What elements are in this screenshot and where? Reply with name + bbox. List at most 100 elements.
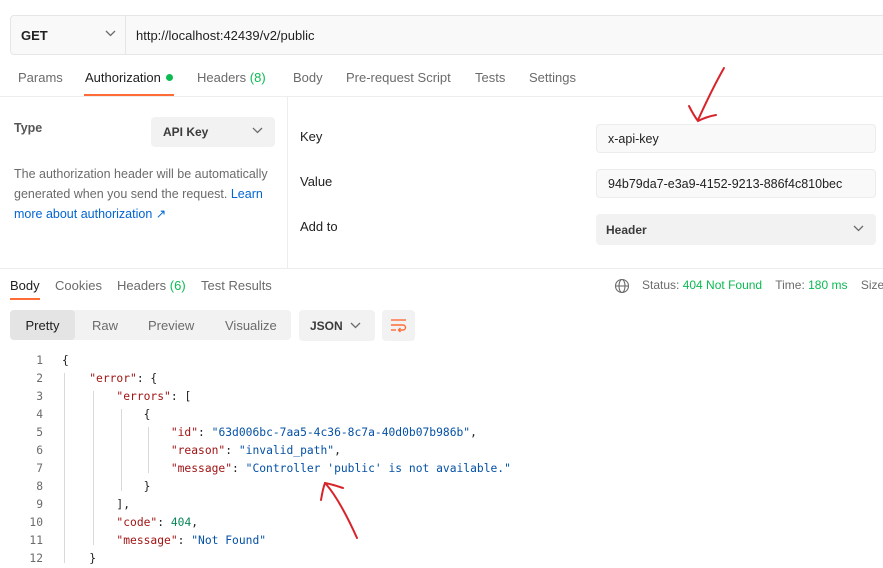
code-token: "reason"	[170, 444, 226, 457]
pretty-button[interactable]: Pretty	[10, 310, 75, 340]
tab-label: Authorization	[85, 70, 161, 85]
annotation-arrow-icon	[320, 481, 358, 539]
value-input[interactable]: 94b79da7-e3a9-4152-9213-886f4c810bec	[596, 169, 876, 198]
code-token: :	[232, 462, 246, 475]
code-token: }	[143, 480, 151, 493]
preview-button[interactable]: Preview	[148, 310, 194, 340]
headers-count: (6)	[169, 278, 186, 293]
code-line: 3 "errors": [	[0, 388, 883, 406]
response-tab-cookies[interactable]: Cookies	[55, 278, 102, 293]
key-input[interactable]: x-api-key	[596, 124, 876, 153]
code-token: ,	[470, 426, 477, 439]
code-content: {	[62, 406, 151, 424]
code-token: }	[89, 552, 97, 565]
code-line: 4 {	[0, 406, 883, 424]
code-token: "invalid_path"	[238, 444, 335, 457]
line-number: 9	[36, 498, 43, 511]
raw-button[interactable]: Raw	[92, 310, 118, 340]
line-number: 6	[36, 444, 43, 457]
code-token: "code"	[116, 516, 158, 529]
code-lines: 1{2 "error": {3 "errors": [4 {5 "id": "6…	[0, 352, 883, 568]
tab-tests[interactable]: Tests	[475, 70, 505, 96]
code-token: {	[143, 408, 151, 421]
code-token: "63d006bc-7aa5-4c36-8c7a-40d0b07b986b"	[211, 426, 471, 439]
value-label: Value	[300, 174, 333, 189]
chevron-down-icon	[350, 322, 361, 329]
code-line: 8 }	[0, 478, 883, 496]
response-tab-headers[interactable]: Headers (6)	[117, 278, 186, 293]
tab-label: Body	[10, 278, 40, 293]
chevron-down-icon	[105, 30, 116, 37]
type-label: Type	[14, 121, 43, 135]
time-value[interactable]: 180 ms	[808, 278, 847, 292]
response-tab-body[interactable]: Body	[10, 278, 40, 293]
method-select[interactable]: GET	[11, 16, 126, 54]
size-label: Size:	[860, 278, 883, 292]
tab-pre-request-script[interactable]: Pre-request Script	[346, 70, 451, 96]
globe-icon[interactable]	[614, 278, 630, 294]
tab-headers[interactable]: Headers (8)	[197, 70, 266, 96]
panel-divider	[287, 96, 288, 268]
auth-type-select[interactable]: API Key	[151, 117, 275, 147]
divider	[0, 268, 883, 269]
auth-description: The authorization header will be automat…	[14, 164, 276, 224]
code-token: ,	[191, 516, 199, 529]
code-content: "error": {	[62, 370, 157, 388]
tab-params[interactable]: Params	[18, 70, 63, 96]
line-number: 7	[36, 462, 43, 475]
wrap-icon	[391, 319, 407, 333]
line-number: 3	[36, 390, 43, 403]
tab-label: Headers	[117, 278, 167, 293]
code-line: 12 }	[0, 550, 883, 568]
chevron-down-icon	[853, 225, 864, 232]
tab-label: Body	[293, 70, 323, 85]
code-line: 1{	[0, 352, 883, 370]
format-select[interactable]: JSON	[299, 310, 375, 341]
addto-label: Add to	[300, 219, 338, 234]
wrap-lines-button[interactable]	[382, 310, 415, 341]
url-input[interactable]: http://localhost:42439/v2/public	[136, 16, 315, 54]
code-content: {	[62, 352, 69, 370]
tab-settings[interactable]: Settings	[529, 70, 576, 96]
code-content: ],	[62, 496, 130, 514]
code-token: "message"	[116, 534, 178, 547]
tab-label: Pre-request Script	[346, 70, 451, 85]
method-label: GET	[21, 27, 48, 43]
tab-label: Tests	[475, 70, 506, 85]
code-content: "reason": "invalid_path",	[62, 442, 341, 460]
code-content: "errors": [	[62, 388, 191, 406]
code-content: }	[62, 478, 151, 496]
tab-body[interactable]: Body	[293, 70, 323, 96]
code-token: :	[198, 426, 212, 439]
code-token: :	[177, 534, 192, 547]
code-line: 6 "reason": "invalid_path",	[0, 442, 883, 460]
code-token: "id"	[170, 426, 199, 439]
active-indicator-dot	[165, 74, 173, 81]
response-meta: Status: 404 Not Found Time: 180 ms Size:	[642, 278, 883, 292]
line-number: 12	[29, 552, 43, 565]
tab-authorization[interactable]: Authorization	[85, 70, 173, 96]
line-number: 10	[29, 516, 43, 529]
code-token: "error"	[89, 372, 137, 385]
status-value[interactable]: 404 Not Found	[683, 278, 762, 292]
code-line: 9 ],	[0, 496, 883, 514]
line-number: 4	[36, 408, 43, 421]
code-token: ],	[116, 498, 131, 511]
code-token: : {	[136, 372, 158, 385]
response-body-code[interactable]: 1{2 "error": {3 "errors": [4 {5 "id": "6…	[0, 352, 883, 568]
code-token: "errors"	[116, 390, 171, 403]
addto-select[interactable]: Header	[596, 214, 876, 245]
code-token: : [	[170, 390, 192, 403]
code-line: 7 "message": "Controller 'public' is not…	[0, 460, 883, 478]
code-content: "id": "63d006bc-7aa5-4c36-8c7a-40d0b07b9…	[62, 424, 477, 442]
visualize-button[interactable]: Visualize	[225, 310, 277, 340]
response-tab-test-results[interactable]: Test Results	[201, 278, 272, 293]
